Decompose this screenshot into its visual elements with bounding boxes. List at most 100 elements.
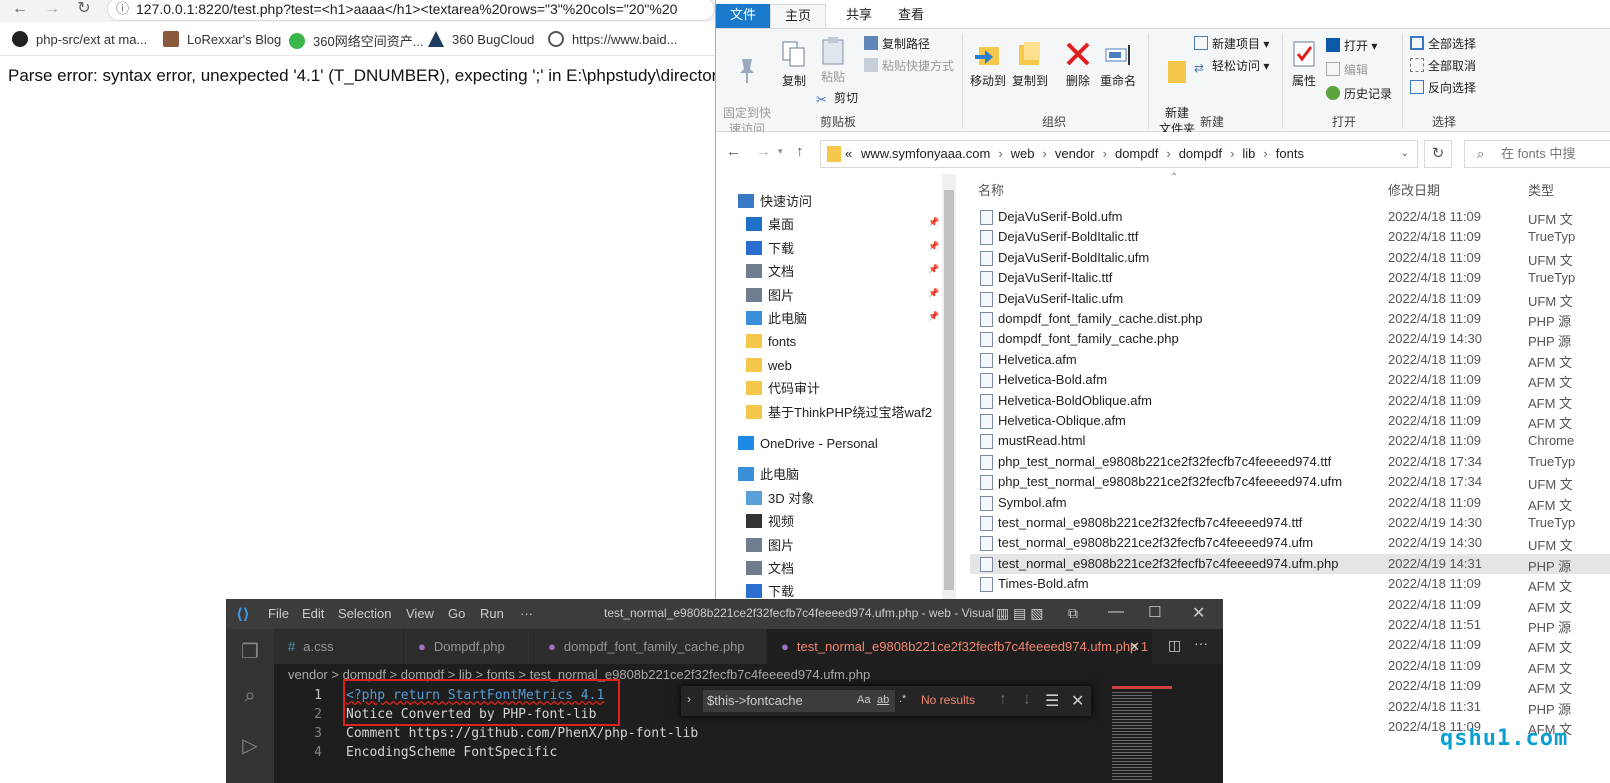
- new-item-button[interactable]: 新建项目 ▾: [1194, 35, 1269, 52]
- nav-item[interactable]: 代码审计: [746, 379, 820, 399]
- tab-view[interactable]: 查看: [884, 4, 938, 28]
- address-dropdown-icon[interactable]: ⌄: [1401, 141, 1409, 167]
- file-row[interactable]: Times-Bold.afm 2022/4/18 11:09 AFM 文: [970, 574, 1610, 594]
- nav-item[interactable]: 文档: [746, 559, 794, 579]
- breadcrumb-item[interactable]: vendor: [1055, 141, 1095, 167]
- nav-item[interactable]: 图片: [746, 536, 794, 556]
- file-row[interactable]: test_normal_e9808b221ce2f32fecfb7c4feeee…: [970, 533, 1610, 553]
- nav-item[interactable]: 3D 对象: [746, 489, 814, 509]
- file-row[interactable]: Helvetica-BoldOblique.afm 2022/4/18 11:09…: [970, 391, 1610, 411]
- address-bar[interactable]: « www.symfonyaaa.com › web › vendor › dompdf › d…: [820, 140, 1418, 168]
- column-type[interactable]: 类型: [1528, 180, 1554, 199]
- breadcrumb-separator-icon[interactable]: ›: [1103, 141, 1107, 167]
- breadcrumb-separator-icon[interactable]: ›: [1230, 141, 1234, 167]
- file-row[interactable]: Helvetica.afm 2022/4/18 11:09 AFM 文: [970, 350, 1610, 370]
- bookmark-item[interactable]: https://www.baid...: [548, 31, 678, 47]
- open-button[interactable]: 打开 ▾: [1326, 37, 1377, 54]
- menu-view[interactable]: View: [406, 606, 434, 621]
- layout-icon[interactable]: ▥ ▤ ▧: [996, 605, 1043, 622]
- tab-a-css[interactable]: # a.css: [274, 629, 404, 664]
- menu-edit[interactable]: Edit: [302, 606, 324, 621]
- paste-button[interactable]: 粘贴: [816, 35, 850, 85]
- file-row[interactable]: php_test_normal_e9808b221ce2f32fecfb7c4f…: [970, 472, 1610, 492]
- file-row[interactable]: DejaVuSerif-BoldItalic.ufm 2022/4/18 11:0…: [970, 248, 1610, 268]
- file-row[interactable]: mustRead.html 2022/4/18 11:09 Chrome: [970, 431, 1610, 451]
- tab-file[interactable]: 文件: [716, 4, 771, 28]
- breadcrumb-item[interactable]: lib: [1242, 141, 1255, 167]
- file-row[interactable]: DejaVuSerif-Italic.ttf 2022/4/18 11:09 Tru…: [970, 268, 1610, 288]
- rename-button[interactable]: 重命名: [1098, 39, 1138, 89]
- nav-item[interactable]: 桌面: [746, 215, 794, 235]
- up-arrow-icon[interactable]: ↑: [796, 143, 804, 160]
- breadcrumb-separator-icon[interactable]: ›: [1166, 141, 1170, 167]
- file-row[interactable]: php_test_normal_e9808b221ce2f32fecfb7c4f…: [970, 452, 1610, 472]
- forward-icon[interactable]: →: [42, 0, 62, 20]
- nav-item[interactable]: fonts: [746, 332, 796, 352]
- maximize-icon[interactable]: ☐: [1148, 603, 1161, 621]
- explorer-icon[interactable]: ❐: [238, 639, 262, 663]
- nav-item[interactable]: OneDrive - Personal: [738, 434, 878, 454]
- tab-ufm-php[interactable]: ● test_normal_e9808b221ce2f32fecfb7c4feee…: [767, 629, 1153, 664]
- more-actions-icon[interactable]: ···: [1194, 635, 1208, 651]
- breadcrumb-separator-icon[interactable]: ›: [998, 141, 1002, 167]
- recent-chevron-icon[interactable]: ▾: [778, 146, 783, 157]
- nav-item[interactable]: 基于ThinkPHP绕过宝塔waf2: [746, 403, 932, 423]
- scroll-thumb[interactable]: [944, 190, 954, 590]
- tab-font-cache[interactable]: ● dompdf_font_family_cache.php: [534, 629, 767, 664]
- bookmark-item[interactable]: 360 BugCloud: [428, 31, 534, 47]
- move-to-button[interactable]: 移动到: [968, 39, 1008, 89]
- nav-item[interactable]: 此电脑: [738, 465, 799, 485]
- file-row[interactable]: dompdf_font_family_cache.dist.php 2022/4/…: [970, 309, 1610, 329]
- file-row[interactable]: Helvetica-Oblique.afm 2022/4/18 11:09 AFM …: [970, 411, 1610, 431]
- properties-button[interactable]: 属性: [1288, 39, 1320, 89]
- match-case-icon[interactable]: Aa: [857, 694, 870, 706]
- select-all-button[interactable]: 全部选择: [1410, 35, 1476, 52]
- tab-dompdf[interactable]: ● Dompdf.php: [404, 629, 534, 664]
- nav-item[interactable]: 文档: [746, 262, 794, 282]
- breadcrumb-item[interactable]: dompdf: [1179, 141, 1222, 167]
- toggle-replace-icon[interactable]: ›: [687, 692, 691, 706]
- easy-access-button[interactable]: ⇄ 轻松访问 ▾: [1194, 57, 1269, 75]
- file-row[interactable]: DejaVuSerif-Bold.ufm 2022/4/18 11:09 UFM 文: [970, 207, 1610, 227]
- nav-item[interactable]: 此电脑: [746, 309, 807, 329]
- file-row[interactable]: Symbol.afm 2022/4/18 11:09 AFM 文: [970, 493, 1610, 513]
- breadcrumb-separator-icon[interactable]: ›: [1263, 141, 1267, 167]
- url-bar[interactable]: ⓘ 127.0.0.1:8220/test.php?test=<h1>aaaa<…: [107, 0, 715, 21]
- edit-button[interactable]: 编辑: [1326, 61, 1368, 78]
- breadcrumb-item[interactable]: www.symfonyaaa.com: [861, 141, 990, 167]
- invert-selection-button[interactable]: 反向选择: [1410, 79, 1476, 96]
- menu-more[interactable]: ···: [520, 606, 533, 621]
- file-row[interactable]: dompdf_font_family_cache.php 2022/4/19 14…: [970, 329, 1610, 349]
- find-in-selection-icon[interactable]: ☰: [1045, 691, 1059, 711]
- forward-arrow-icon[interactable]: →: [756, 143, 771, 160]
- cut-button[interactable]: ✂ 剪切: [816, 89, 858, 107]
- menu-go[interactable]: Go: [448, 606, 465, 621]
- next-match-icon[interactable]: ↓: [1023, 691, 1031, 709]
- close-icon[interactable]: ✕: [1192, 603, 1205, 623]
- file-row[interactable]: Helvetica-Bold.afm 2022/4/18 11:09 AFM 文: [970, 370, 1610, 390]
- menu-file[interactable]: File: [268, 606, 289, 621]
- column-name[interactable]: 名称: [978, 180, 1004, 199]
- file-row[interactable]: test_normal_e9808b221ce2f32fecfb7c4feeee…: [970, 513, 1610, 533]
- breadcrumb-item[interactable]: web: [1011, 141, 1035, 167]
- breadcrumb-item[interactable]: dompdf: [1115, 141, 1158, 167]
- file-row[interactable]: DejaVuSerif-Italic.ufm 2022/4/18 11:09 UFM…: [970, 289, 1610, 309]
- nav-item[interactable]: 视频: [746, 512, 794, 532]
- breadcrumb-item[interactable]: fonts: [1276, 141, 1304, 167]
- regex-icon[interactable]: .*: [899, 693, 906, 705]
- info-icon[interactable]: ⓘ: [116, 0, 129, 20]
- customize-layout-icon[interactable]: ⧉: [1068, 605, 1078, 622]
- run-debug-icon[interactable]: ▷: [238, 733, 262, 757]
- back-icon[interactable]: ←: [10, 0, 30, 20]
- minimap[interactable]: [1108, 686, 1223, 783]
- menu-run[interactable]: Run: [480, 606, 504, 621]
- previous-match-icon[interactable]: ↑: [999, 691, 1007, 709]
- whole-word-icon[interactable]: ab: [877, 694, 889, 706]
- minimize-icon[interactable]: —: [1108, 603, 1124, 621]
- search-icon[interactable]: ⌕: [238, 685, 262, 709]
- copy-path-button[interactable]: 复制路径: [864, 35, 930, 52]
- copy-to-button[interactable]: 复制到: [1010, 39, 1050, 89]
- tab-share[interactable]: 共享: [832, 4, 886, 28]
- file-row[interactable]: DejaVuSerif-BoldItalic.ttf 2022/4/18 11:0…: [970, 227, 1610, 247]
- refresh-icon[interactable]: ↻: [1424, 140, 1452, 168]
